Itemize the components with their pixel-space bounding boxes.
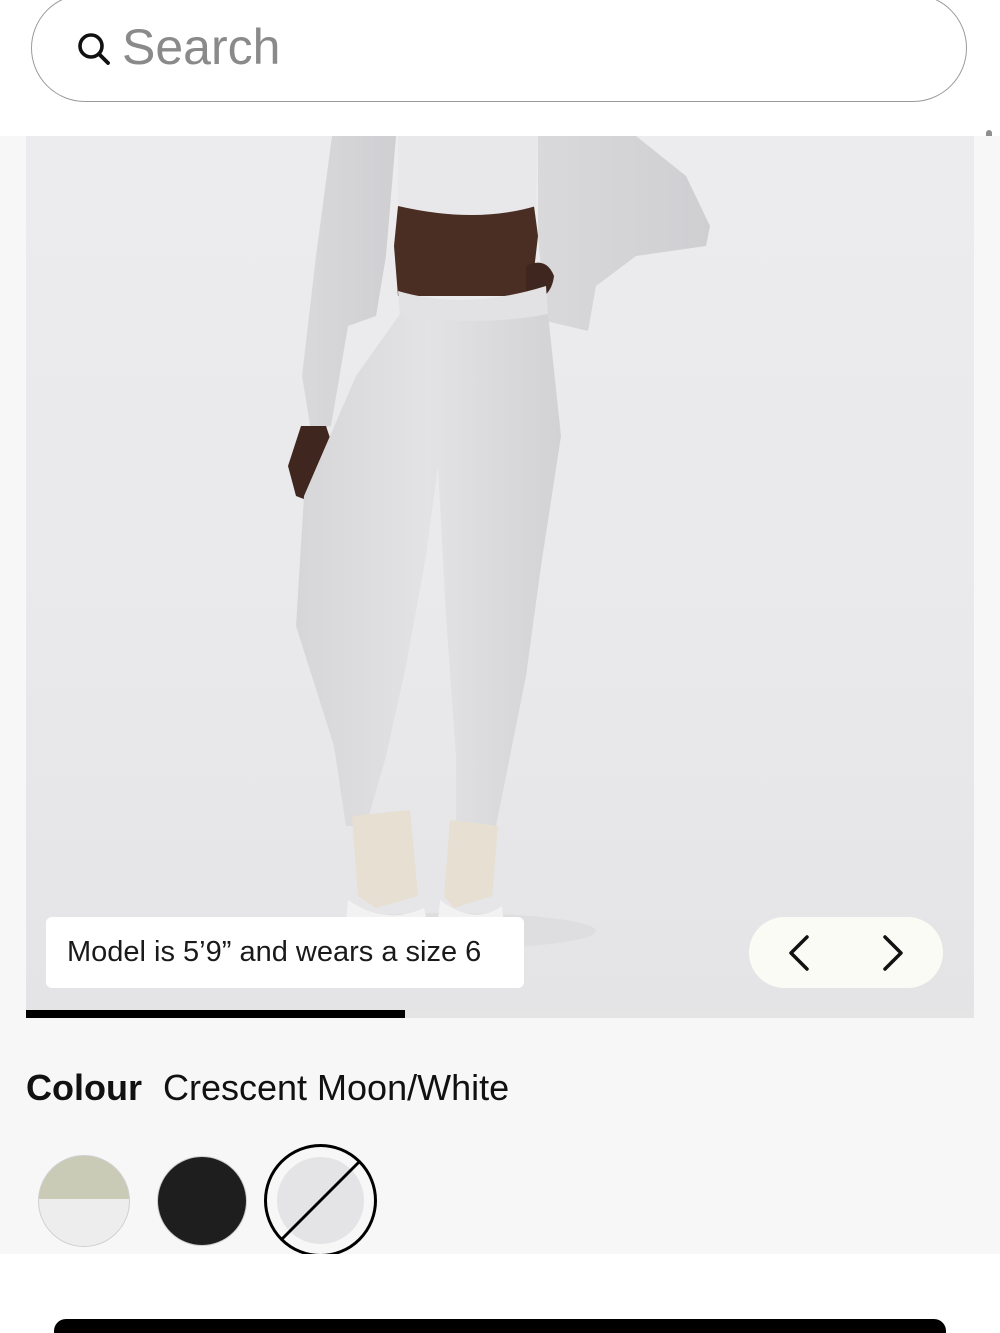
colour-swatch-black[interactable]	[157, 1156, 247, 1246]
search-icon	[78, 33, 110, 65]
carousel-nav	[749, 917, 943, 988]
product-image[interactable]	[26, 136, 974, 1018]
colour-selector-header: Colour Crescent Moon/White	[26, 1066, 509, 1110]
search-input[interactable]	[122, 17, 902, 77]
chevron-right-icon[interactable]	[867, 929, 915, 977]
chevron-left-icon[interactable]	[777, 929, 825, 977]
selected-colour-name: Crescent Moon/White	[162, 1067, 510, 1108]
search-bar[interactable]	[31, 0, 967, 102]
product-page: Model is 5’9” and wears a size 6 Colour …	[0, 0, 1000, 1333]
colour-swatch-crescent-moon-white[interactable]	[264, 1144, 377, 1257]
model-size-caption: Model is 5’9” and wears a size 6	[46, 917, 524, 988]
gallery-progress-bar	[26, 1010, 974, 1018]
add-to-bag-button[interactable]	[54, 1319, 946, 1333]
gallery-progress-fill	[26, 1010, 406, 1018]
unavailable-slash-icon	[279, 1159, 362, 1242]
colour-swatch-two-tone[interactable]	[38, 1155, 130, 1247]
colour-label: Colour	[26, 1067, 142, 1108]
product-photo	[288, 136, 710, 949]
